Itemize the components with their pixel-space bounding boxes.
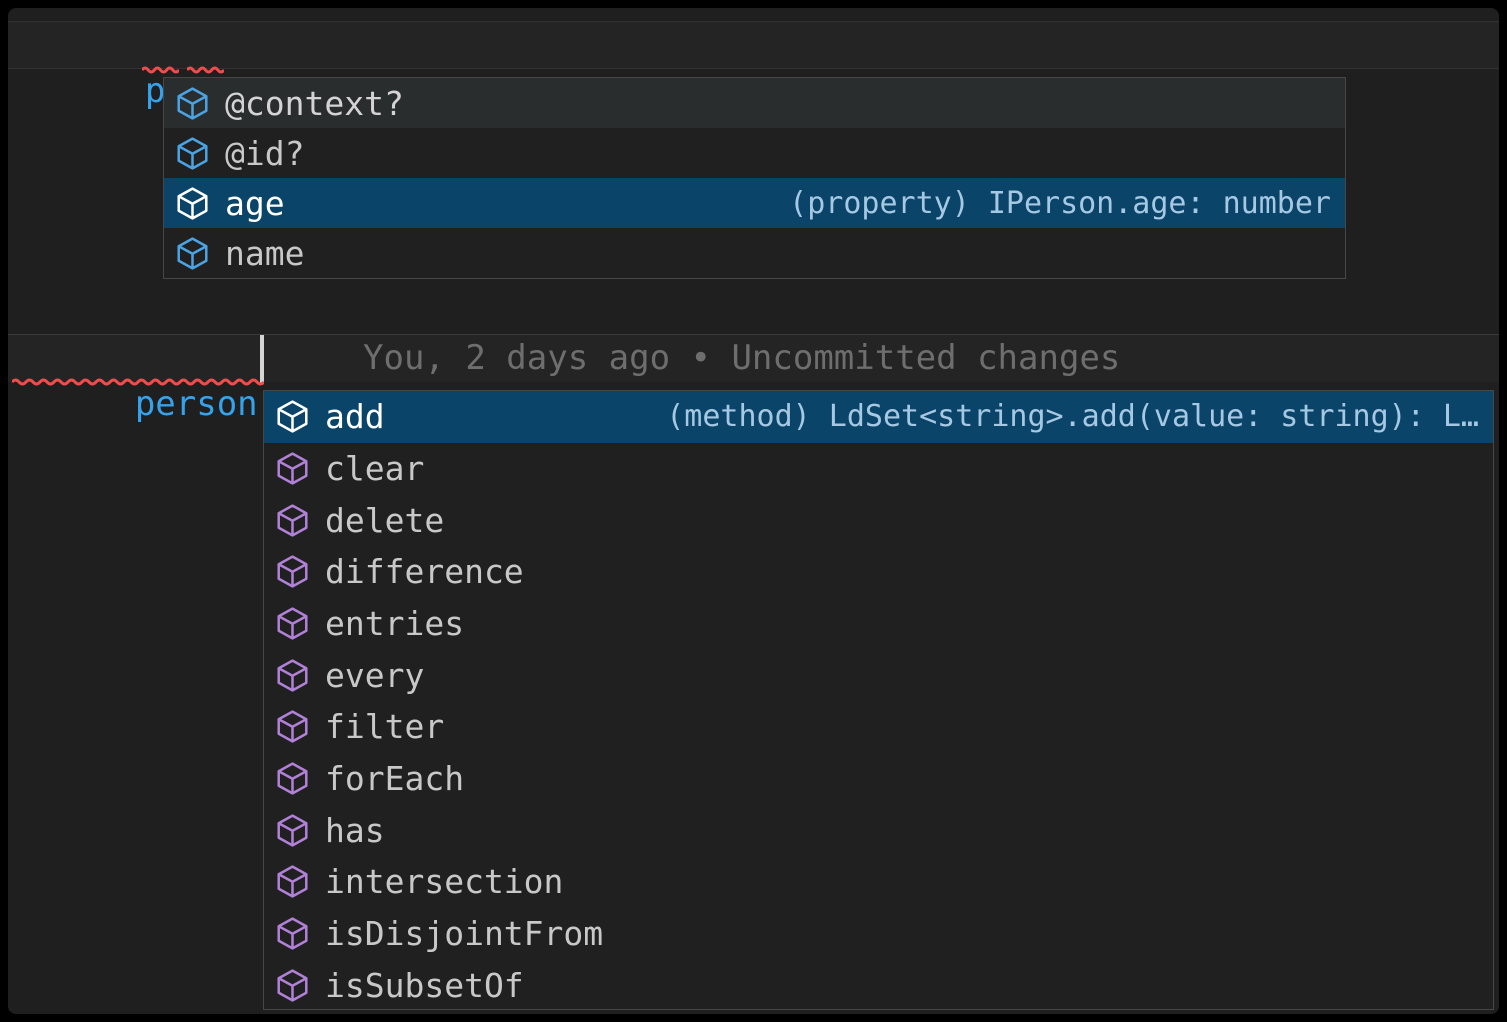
- suggestion-item-has[interactable]: has: [264, 804, 1493, 856]
- symbol-field-icon: [175, 186, 210, 221]
- suggestion-item-difference[interactable]: difference: [264, 546, 1493, 598]
- suggestion-item-isdisjointfrom[interactable]: isDisjointFrom: [264, 908, 1493, 960]
- symbol-method-icon: [275, 503, 310, 538]
- suggestion-label: filter: [325, 707, 444, 746]
- suggestion-label: every: [325, 656, 424, 695]
- symbol-field-icon: [175, 236, 210, 271]
- suggestion-item-age[interactable]: age (property) IPerson.age: number: [164, 178, 1345, 228]
- suggestion-item-every[interactable]: every: [264, 649, 1493, 701]
- error-squiggle: [142, 65, 179, 75]
- suggestion-item-clear[interactable]: clear: [264, 443, 1493, 495]
- token-variable: person: [135, 384, 258, 424]
- code-editor-window: person.; @context? @id? age (property) I…: [0, 0, 1507, 1022]
- suggestion-label: @id?: [225, 134, 304, 173]
- suggestion-label: delete: [325, 501, 444, 540]
- symbol-method-icon: [275, 451, 310, 486]
- symbol-method-icon: [275, 864, 310, 899]
- suggestion-item-issubsetof[interactable]: isSubsetOf: [264, 959, 1493, 1011]
- symbol-method-icon: [275, 761, 310, 796]
- suggestion-label: add: [325, 397, 385, 436]
- symbol-method-icon: [275, 606, 310, 641]
- editor-surface[interactable]: person.; @context? @id? age (property) I…: [8, 8, 1499, 1014]
- suggestion-label: name: [225, 234, 304, 273]
- suggestion-item-context[interactable]: @context?: [164, 78, 1345, 128]
- suggestion-label: clear: [325, 449, 424, 488]
- suggestion-label: has: [325, 811, 385, 850]
- symbol-method-icon: [275, 658, 310, 693]
- symbol-field-icon: [175, 136, 210, 171]
- suggestion-detail: (property) IPerson.age: number: [759, 186, 1331, 221]
- git-blame-annotation: You, 2 days ago • Uncommitted changes: [363, 335, 1120, 383]
- symbol-method-icon: [275, 916, 310, 951]
- symbol-method-icon: [275, 968, 310, 1003]
- symbol-method-icon: [275, 554, 310, 589]
- suggestion-item-foreach[interactable]: forEach: [264, 753, 1493, 805]
- suggestion-label: intersection: [325, 862, 563, 901]
- suggestion-label: @context?: [225, 84, 404, 123]
- suggestion-label: isSubsetOf: [325, 966, 524, 1005]
- suggestion-detail: (method) LdSet<string>.add(value: string…: [636, 399, 1479, 434]
- suggestion-item-entries[interactable]: entries: [264, 598, 1493, 650]
- error-squiggle: [12, 377, 264, 387]
- suggest-widget-properties: @context? @id? age (property) IPerson.ag…: [163, 77, 1346, 279]
- suggestion-label: age: [225, 184, 285, 223]
- suggestion-item-filter[interactable]: filter: [264, 701, 1493, 753]
- suggestion-item-name[interactable]: name: [164, 228, 1345, 278]
- symbol-method-icon: [275, 813, 310, 848]
- suggestion-label: forEach: [325, 759, 464, 798]
- suggestion-item-add[interactable]: add (method) LdSet<string>.add(value: st…: [264, 391, 1493, 443]
- code-line-2[interactable]: person.name. You, 2 days ago • Uncommitt…: [8, 334, 1499, 382]
- suggestion-item-id[interactable]: @id?: [164, 128, 1345, 178]
- symbol-method-icon: [275, 709, 310, 744]
- suggestion-label: difference: [325, 552, 524, 591]
- symbol-field-icon: [175, 86, 210, 121]
- error-squiggle: [187, 65, 224, 75]
- symbol-method-icon: [275, 399, 310, 434]
- suggestion-label: isDisjointFrom: [325, 914, 603, 953]
- suggestion-item-intersection[interactable]: intersection: [264, 856, 1493, 908]
- suggest-widget-methods: add (method) LdSet<string>.add(value: st…: [263, 390, 1494, 1010]
- suggestion-label: entries: [325, 604, 464, 643]
- code-line-1[interactable]: person.;: [8, 21, 1499, 69]
- suggestion-item-delete[interactable]: delete: [264, 494, 1493, 546]
